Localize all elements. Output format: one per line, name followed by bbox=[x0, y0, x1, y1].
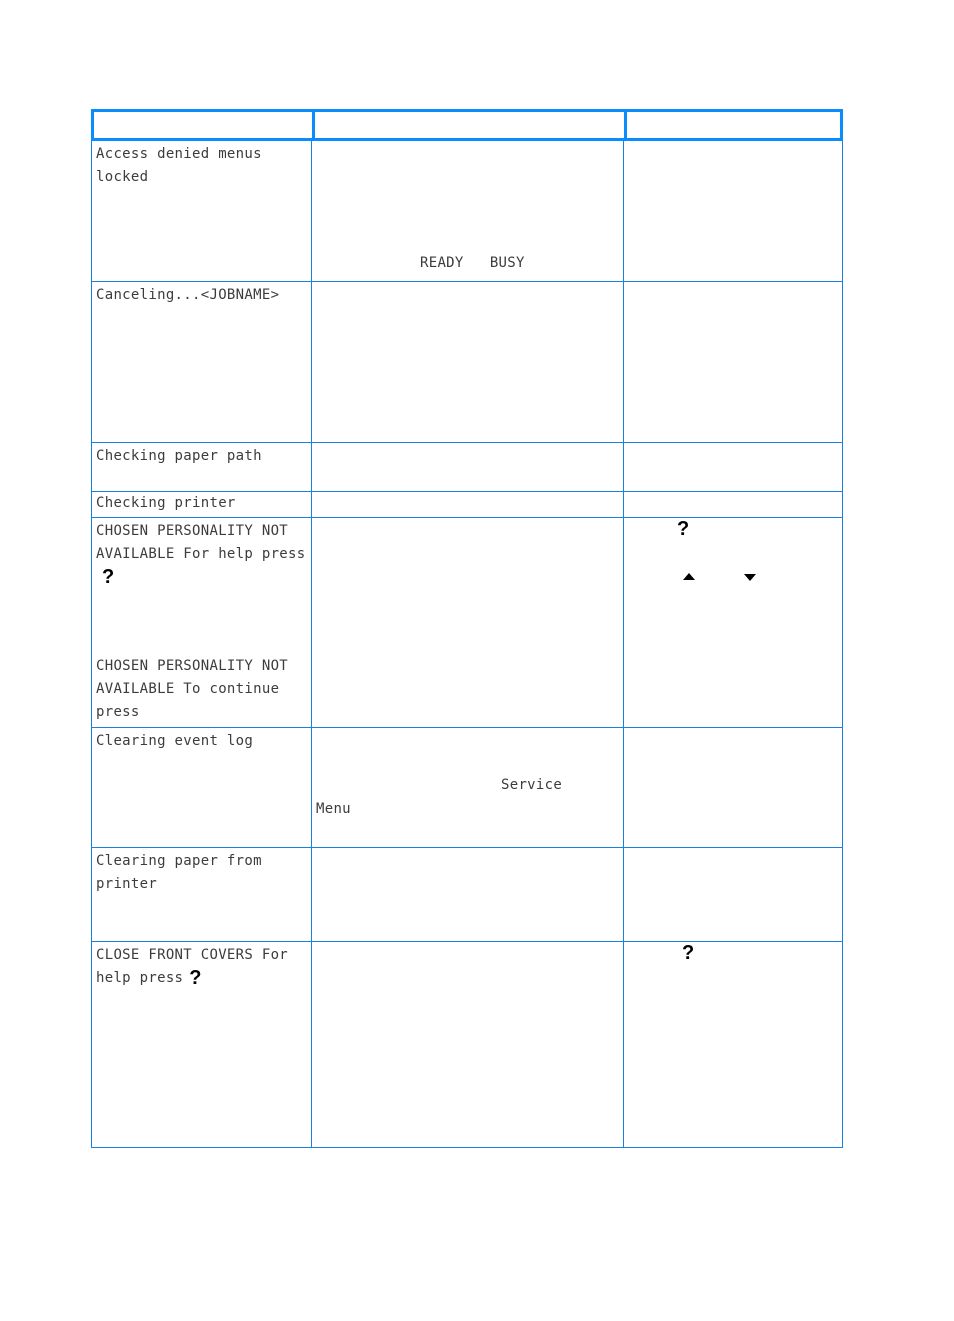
message-text-main: CHOSEN PERSONALITY NOT AVAILABLE For hel… bbox=[96, 523, 306, 562]
header-cell-message bbox=[94, 112, 315, 138]
message-cell: CHOSEN PERSONALITY NOT AVAILABLE For hel… bbox=[92, 518, 312, 727]
message-cell: Clearing event log bbox=[92, 728, 312, 847]
action-cell bbox=[624, 492, 842, 517]
message-cell: Checking paper path bbox=[92, 443, 312, 491]
message-text-alt: CHOSEN PERSONALITY NOT AVAILABLE To cont… bbox=[96, 658, 297, 720]
description-cell: Service Menu bbox=[312, 728, 624, 847]
action-cell bbox=[624, 443, 842, 491]
message-cell: Clearing paper from printer bbox=[92, 848, 312, 941]
header-cell-description bbox=[315, 112, 627, 138]
table-row: Canceling...<JOBNAME> bbox=[91, 282, 843, 443]
message-text: CHOSEN PERSONALITY NOT AVAILABLE For hel… bbox=[96, 520, 307, 589]
message-text: Checking printer bbox=[96, 495, 236, 511]
action-cell bbox=[624, 282, 842, 442]
action-cell bbox=[624, 848, 842, 941]
service-menu-reference: Service bbox=[501, 777, 563, 793]
table-row: CLOSE FRONT COVERS For help press? ? bbox=[91, 942, 843, 1148]
help-question-icon: ? bbox=[677, 518, 690, 540]
table-header-row bbox=[91, 109, 843, 141]
message-cell: Canceling...<JOBNAME> bbox=[92, 282, 312, 442]
table-row: CHOSEN PERSONALITY NOT AVAILABLE For hel… bbox=[91, 518, 843, 728]
message-cell: Access denied menus locked bbox=[92, 141, 312, 281]
description-cell bbox=[312, 518, 624, 727]
description-cell bbox=[312, 282, 624, 442]
message-text: Clearing paper from printer bbox=[96, 853, 271, 892]
description-cell bbox=[312, 942, 624, 1147]
table-row: Access denied menus locked READY BUSY bbox=[91, 141, 843, 282]
service-menu-reference-cont: Menu bbox=[316, 801, 351, 817]
description-text: READY BUSY bbox=[420, 255, 525, 271]
down-arrow-icon bbox=[744, 574, 756, 581]
action-cell bbox=[624, 728, 842, 847]
table-row: Clearing event log Service Menu bbox=[91, 728, 843, 848]
message-text: Checking paper path bbox=[96, 448, 262, 464]
message-text: Access denied menus locked bbox=[96, 146, 271, 185]
description-cell: READY BUSY bbox=[312, 141, 624, 281]
table-row: Clearing paper from printer bbox=[91, 848, 843, 942]
action-cell bbox=[624, 141, 842, 281]
message-text: Clearing event log bbox=[96, 733, 254, 749]
message-text: CLOSE FRONT COVERS For help press? bbox=[96, 944, 307, 990]
help-question-icon: ? bbox=[102, 566, 115, 588]
message-table: Access denied menus locked READY BUSY Ca… bbox=[91, 109, 843, 1148]
header-cell-action bbox=[627, 112, 840, 138]
table-row: Checking paper path bbox=[91, 443, 843, 492]
table-row: Checking printer bbox=[91, 492, 843, 518]
help-question-icon: ? bbox=[682, 942, 695, 964]
description-cell bbox=[312, 492, 624, 517]
description-cell bbox=[312, 848, 624, 941]
message-cell: CLOSE FRONT COVERS For help press? bbox=[92, 942, 312, 1147]
help-question-icon: ? bbox=[189, 967, 202, 989]
description-cell bbox=[312, 443, 624, 491]
action-cell: ? bbox=[624, 518, 842, 727]
action-cell: ? bbox=[624, 942, 842, 1147]
up-arrow-icon bbox=[683, 573, 695, 580]
message-text: Canceling...<JOBNAME> bbox=[96, 287, 280, 303]
message-cell: Checking printer bbox=[92, 492, 312, 517]
